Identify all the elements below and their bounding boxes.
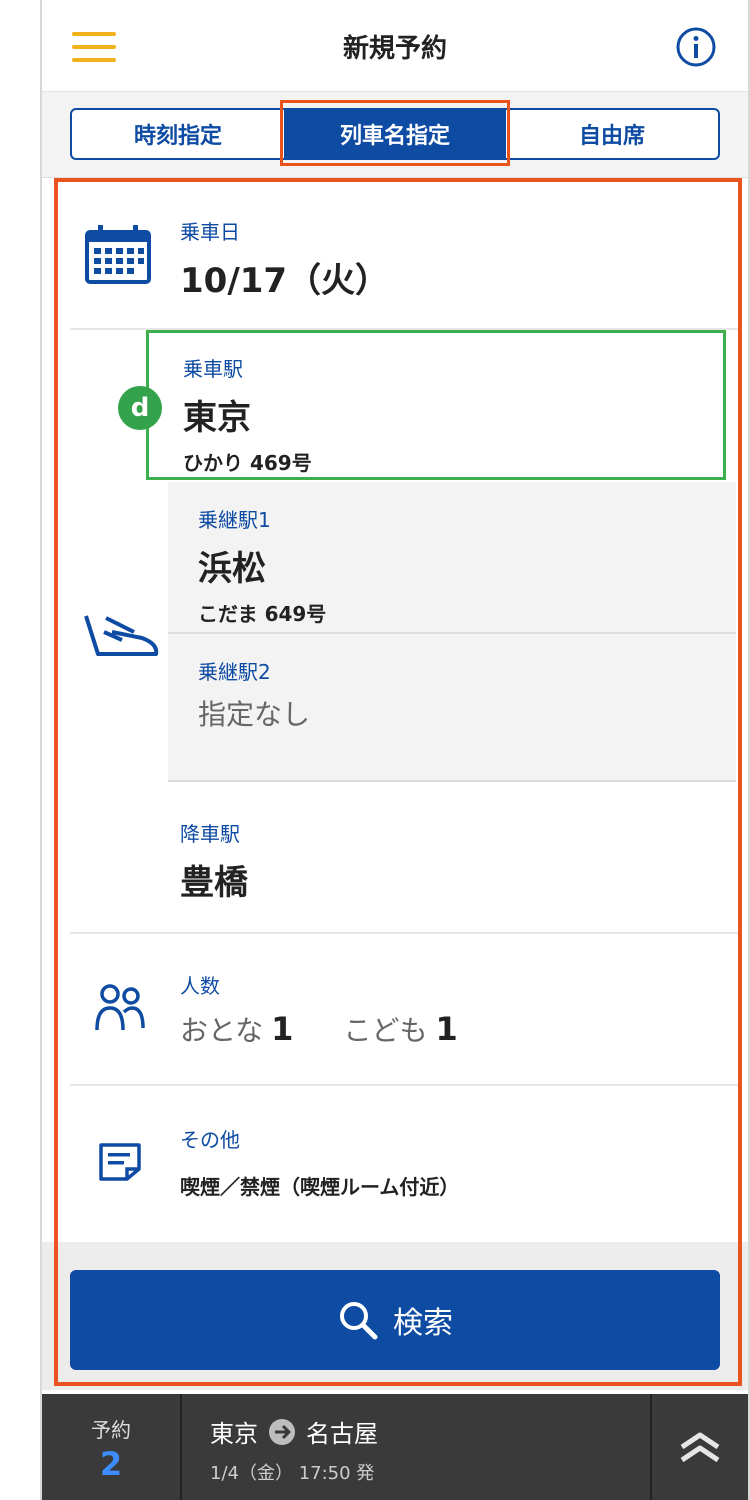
reservation-route: 東京 名古屋 [210, 1414, 378, 1449]
route-to: 名古屋 [306, 1420, 378, 1448]
departure-station-row[interactable]: 乗車駅 東京 ひかり 469号 [146, 330, 726, 480]
transfer1-label: 乗継駅1 [198, 508, 271, 532]
boarding-date-row[interactable]: 乗車日 10/17（火） [70, 200, 738, 330]
double-chevron-up-icon [680, 1432, 720, 1463]
boarding-date-label: 乗車日 [180, 220, 240, 244]
transfer1-station: 浜松 [198, 549, 266, 589]
people-icon [95, 984, 145, 1031]
transfer-station-1-row[interactable]: 乗継駅1 浜松 こだま 649号 [168, 482, 736, 634]
search-icon [340, 1302, 378, 1340]
departure-text: 乗車駅 東京 ひかり 469号 [183, 353, 312, 476]
departure-label: 乗車駅 [183, 357, 243, 381]
arrival-text: 降車駅 豊橋 [180, 818, 248, 904]
expand-footer-button[interactable] [650, 1394, 748, 1500]
reservation-count-box[interactable]: 予約 2 [42, 1394, 182, 1500]
passengers-row[interactable]: 人数 おとな 1 こども 1 [70, 934, 738, 1086]
adult-label: おとな [180, 1014, 264, 1047]
other-label: その他 [180, 1128, 240, 1152]
arrival-label: 降車駅 [180, 822, 240, 846]
reservation-count: 2 [99, 1445, 123, 1483]
arrival-station: 豊橋 [180, 863, 248, 903]
boarding-date-text: 乗車日 10/17（火） [180, 216, 389, 302]
other-text: その他 喫煙／禁煙（喫煙ルーム付近） [180, 1124, 459, 1200]
passengers-label: 人数 [180, 974, 220, 998]
info-icon[interactable] [675, 26, 717, 68]
arrival-station-row[interactable]: 降車駅 豊橋 [70, 782, 738, 934]
tab-bar: 時刻指定 列車名指定 自由席 [42, 92, 748, 178]
transfer1-train: こだま 649号 [198, 602, 327, 626]
passenger-counts: おとな 1 こども 1 [180, 1009, 508, 1049]
header: 新規予約 [42, 0, 748, 92]
reservation-label: 予約 [91, 1418, 131, 1442]
reservation-time: 1/4（金） 17:50 発 [210, 1463, 375, 1484]
search-button[interactable]: 検索 [70, 1270, 720, 1370]
departure-station: 東京 [183, 398, 251, 438]
tab-time[interactable]: 時刻指定 [70, 108, 286, 160]
child-label: こども [343, 1014, 428, 1047]
boarding-date-value: 10/17（火） [180, 261, 390, 301]
adult-count: 1 [271, 1010, 294, 1048]
annotation-badge: d [118, 386, 162, 430]
transfer2-label: 乗継駅2 [198, 660, 271, 684]
arrow-right-circle-icon [269, 1418, 295, 1445]
route-from: 東京 [210, 1420, 258, 1448]
transfer-station-2-row[interactable]: 乗継駅2 指定なし [168, 634, 736, 782]
train-icon [84, 615, 159, 656]
search-label: 検索 [393, 1306, 453, 1341]
departure-train: ひかり 469号 [183, 451, 312, 475]
app-screen: 新規予約 時刻指定 列車名指定 自由席 乗車日 10/17（火） 乗車駅 東京 … [40, 0, 750, 1500]
child-count: 1 [435, 1010, 458, 1048]
passengers-text: 人数 おとな 1 こども 1 [180, 970, 508, 1049]
transfer2-value: 指定なし [198, 698, 311, 731]
transfer2-text: 乗継駅2 指定なし [198, 656, 310, 733]
other-options-row[interactable]: その他 喫煙／禁煙（喫煙ルーム付近） [70, 1086, 738, 1242]
note-icon [99, 1143, 141, 1181]
other-value: 喫煙／禁煙（喫煙ルーム付近） [180, 1175, 460, 1199]
calendar-icon [85, 225, 151, 284]
tab-unreserved[interactable]: 自由席 [504, 108, 720, 160]
reservation-summary: 東京 名古屋 1/4（金） 17:50 発 [210, 1414, 378, 1485]
transfer1-text: 乗継駅1 浜松 こだま 649号 [198, 504, 326, 627]
search-area: 検索 [42, 1242, 748, 1390]
reservation-footer[interactable]: 予約 2 東京 名古屋 1/4（金） 17:50 発 [42, 1394, 748, 1500]
page-title: 新規予約 [342, 34, 447, 64]
tab-highlight-frame [280, 100, 510, 166]
